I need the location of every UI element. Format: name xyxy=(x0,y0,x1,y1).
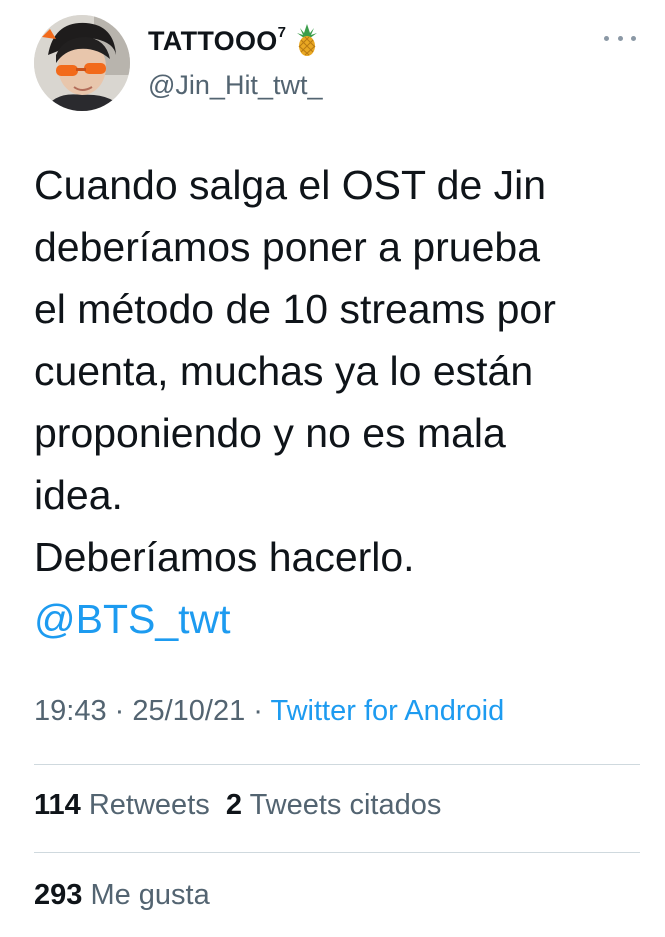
retweets-label: Retweets xyxy=(88,789,210,821)
handle[interactable]: @Jin_Hit_twt_ xyxy=(148,70,322,101)
likes-label: Me gusta xyxy=(90,879,210,911)
divider xyxy=(34,764,640,765)
tweet-line: proponiendo y no es mala xyxy=(34,410,506,456)
tweet-time[interactable]: 19:43 xyxy=(34,695,107,727)
divider xyxy=(34,852,640,853)
display-name[interactable]: TATTOOO7 xyxy=(148,24,318,63)
likes-stats-row: 293 Me gusta xyxy=(34,879,210,912)
tweet-text: Cuando salga el OST de Jin deberíamos po… xyxy=(34,154,634,650)
likes-link[interactable]: 293 Me gusta xyxy=(34,879,210,911)
tweet-line: cuenta, muchas ya lo están xyxy=(34,348,534,394)
tweet-meta: 19:43 · 25/10/21 · Twitter for Android xyxy=(34,695,504,728)
retweets-count: 114 xyxy=(34,789,81,821)
display-name-superscript: 7 xyxy=(277,24,287,41)
quote-tweets-link[interactable]: 2 Tweets citados xyxy=(226,789,442,821)
tweet-line: idea. xyxy=(34,472,123,518)
tweet-line: Deberíamos hacerlo. xyxy=(34,534,415,580)
retweet-stats-row: 114 Retweets 2 Tweets citados xyxy=(34,789,441,822)
mention-link[interactable]: @BTS_twt xyxy=(34,588,634,650)
avatar-photo xyxy=(34,15,130,111)
tweet-source-link[interactable]: Twitter for Android xyxy=(271,695,505,727)
tweet-date[interactable]: 25/10/21 xyxy=(132,695,245,727)
more-dot-icon xyxy=(604,35,609,41)
more-options-button[interactable] xyxy=(604,28,636,48)
tweet-line: deberíamos poner a prueba xyxy=(34,224,541,270)
quotes-label: Tweets citados xyxy=(249,789,442,821)
meta-separator: · xyxy=(106,695,133,727)
likes-count: 293 xyxy=(34,879,83,911)
display-name-text: TATTOOO xyxy=(148,26,278,56)
more-dot-icon xyxy=(631,35,636,41)
avatar[interactable] xyxy=(34,15,130,111)
quotes-count: 2 xyxy=(225,789,243,821)
tweet-line: el método de 10 streams por xyxy=(34,286,556,332)
meta-separator: · xyxy=(245,695,271,727)
more-dot-icon xyxy=(617,35,623,41)
retweets-link[interactable]: 114 Retweets xyxy=(34,789,210,821)
pineapple-icon xyxy=(296,24,318,63)
tweet-line: Cuando salga el OST de Jin xyxy=(34,162,547,208)
